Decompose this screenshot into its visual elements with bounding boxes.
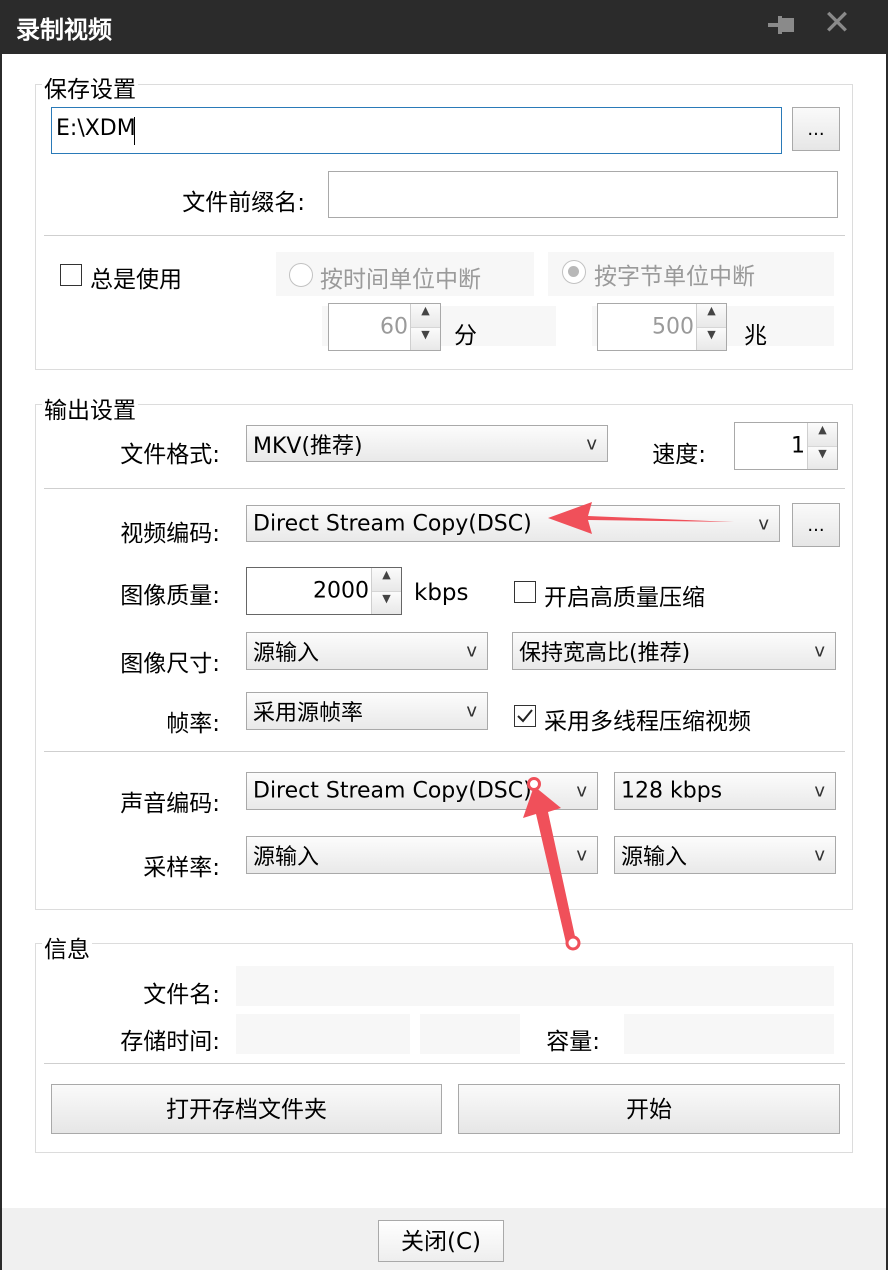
split-by-time-label: 按时间单位中断	[320, 267, 481, 293]
sample-rate-combo[interactable]: 源输入 v	[246, 836, 598, 874]
quality-label: 图像质量:	[120, 583, 220, 609]
video-codec-settings-button[interactable]: ...	[792, 503, 840, 547]
text-caret	[134, 117, 135, 145]
open-folder-button[interactable]: 打开存档文件夹	[51, 1084, 442, 1134]
chevron-down-icon: v	[814, 844, 825, 866]
duration-value-area	[236, 1014, 410, 1054]
separator	[44, 235, 845, 236]
format-value: MKV(推荐)	[253, 433, 363, 459]
spin-down-icon[interactable]: ▼	[411, 327, 440, 350]
audio-bitrate-value: 128 kbps	[621, 778, 723, 804]
output-settings-label: 输出设置	[42, 391, 138, 425]
separator	[44, 1063, 845, 1064]
duration-label: 存储时间:	[120, 1029, 220, 1055]
size-value: 源输入	[253, 641, 320, 666]
capacity-value-area	[624, 1014, 834, 1054]
close-button[interactable]: 关闭(C)	[378, 1220, 504, 1262]
start-button[interactable]: 开始	[458, 1084, 840, 1134]
speed-spinner[interactable]: 1 ▲ ▼	[734, 422, 838, 470]
bytes-unit: 兆	[744, 323, 767, 349]
multithread-label: 采用多线程压缩视频	[544, 709, 751, 735]
hq-compress-label: 开启高质量压缩	[544, 585, 705, 611]
prefix-label: 文件前缀名:	[182, 190, 305, 216]
video-codec-combo[interactable]: Direct Stream Copy(DSC) v	[246, 505, 780, 542]
chevron-down-icon: v	[586, 433, 597, 454]
fps-value: 采用源帧率	[253, 701, 364, 726]
chevron-down-icon: v	[576, 844, 587, 866]
split-by-bytes-label: 按字节单位中断	[594, 264, 755, 290]
prefix-input[interactable]	[328, 171, 838, 218]
spin-down-icon[interactable]: ▼	[372, 591, 401, 614]
close-icon[interactable]: ✕	[820, 6, 854, 40]
filename-label: 文件名:	[143, 982, 220, 1008]
chevron-down-icon: v	[466, 700, 477, 722]
always-use-checkbox[interactable]	[60, 264, 82, 286]
time-unit: 分	[454, 323, 477, 349]
title-bar: 录制视频 ✕	[0, 0, 888, 54]
fps-label: 帧率:	[166, 711, 220, 737]
chevron-down-icon: v	[758, 513, 769, 534]
sample-rate-value: 源输入	[253, 845, 320, 870]
audio-codec-combo[interactable]: Direct Stream Copy(DSC) v	[246, 772, 598, 810]
video-codec-label: 视频编码:	[120, 521, 220, 547]
chevron-down-icon: v	[814, 640, 825, 662]
time-spinner[interactable]: 60 ▲ ▼	[328, 303, 441, 351]
separator	[44, 751, 845, 752]
check-icon	[517, 709, 533, 723]
aspect-combo[interactable]: 保持宽高比(推荐) v	[512, 632, 836, 670]
separator	[44, 488, 845, 489]
chevron-down-icon: v	[814, 780, 825, 802]
multithread-checkbox[interactable]	[514, 705, 536, 727]
bytes-value: 500	[652, 314, 694, 340]
format-label: 文件格式:	[120, 442, 220, 468]
window-title: 录制视频	[16, 16, 112, 44]
channels-value: 源输入	[621, 845, 688, 870]
quality-value: 2000	[313, 578, 369, 604]
aspect-value: 保持宽高比(推荐)	[519, 641, 691, 666]
quality-spinner[interactable]: 2000 ▲ ▼	[246, 567, 402, 615]
audio-codec-value: Direct Stream Copy(DSC)	[253, 778, 532, 804]
size-combo[interactable]: 源输入 v	[246, 632, 488, 670]
split-by-bytes-radio[interactable]	[562, 260, 586, 284]
spin-up-icon[interactable]: ▲	[697, 304, 726, 327]
speed-value: 1	[791, 433, 805, 459]
save-path-value: E:\XDM	[56, 116, 136, 141]
chevron-down-icon: v	[576, 780, 587, 802]
spin-down-icon[interactable]: ▼	[808, 446, 837, 469]
capacity-label: 容量:	[546, 1029, 600, 1055]
audio-bitrate-combo[interactable]: 128 kbps v	[614, 772, 836, 810]
duration-value-area-2	[420, 1014, 520, 1054]
pin-icon[interactable]	[764, 10, 800, 40]
filename-value-area	[236, 966, 834, 1006]
video-codec-value: Direct Stream Copy(DSC)	[253, 511, 532, 536]
chevron-down-icon: v	[466, 640, 477, 662]
browse-button[interactable]: ...	[792, 107, 840, 151]
channels-combo[interactable]: 源输入 v	[614, 836, 836, 874]
time-value: 60	[380, 314, 408, 340]
quality-unit: kbps	[414, 580, 469, 606]
bytes-spinner[interactable]: 500 ▲ ▼	[597, 303, 727, 351]
save-settings-label: 保存设置	[42, 70, 138, 104]
speed-label: 速度:	[652, 442, 706, 468]
spin-down-icon[interactable]: ▼	[697, 327, 726, 350]
size-label: 图像尺寸:	[120, 651, 220, 677]
split-by-time-radio[interactable]	[289, 263, 313, 287]
spin-up-icon[interactable]: ▲	[411, 304, 440, 327]
always-use-label: 总是使用	[90, 267, 182, 293]
fps-combo[interactable]: 采用源帧率 v	[246, 692, 488, 730]
spin-up-icon[interactable]: ▲	[808, 423, 837, 446]
hq-compress-checkbox[interactable]	[514, 581, 536, 603]
audio-codec-label: 声音编码:	[120, 791, 220, 817]
format-combo[interactable]: MKV(推荐) v	[246, 425, 608, 462]
info-label: 信息	[42, 930, 92, 964]
sample-rate-label: 采样率:	[143, 855, 220, 881]
spin-up-icon[interactable]: ▲	[372, 568, 401, 591]
save-path-input[interactable]: E:\XDM	[51, 107, 782, 154]
